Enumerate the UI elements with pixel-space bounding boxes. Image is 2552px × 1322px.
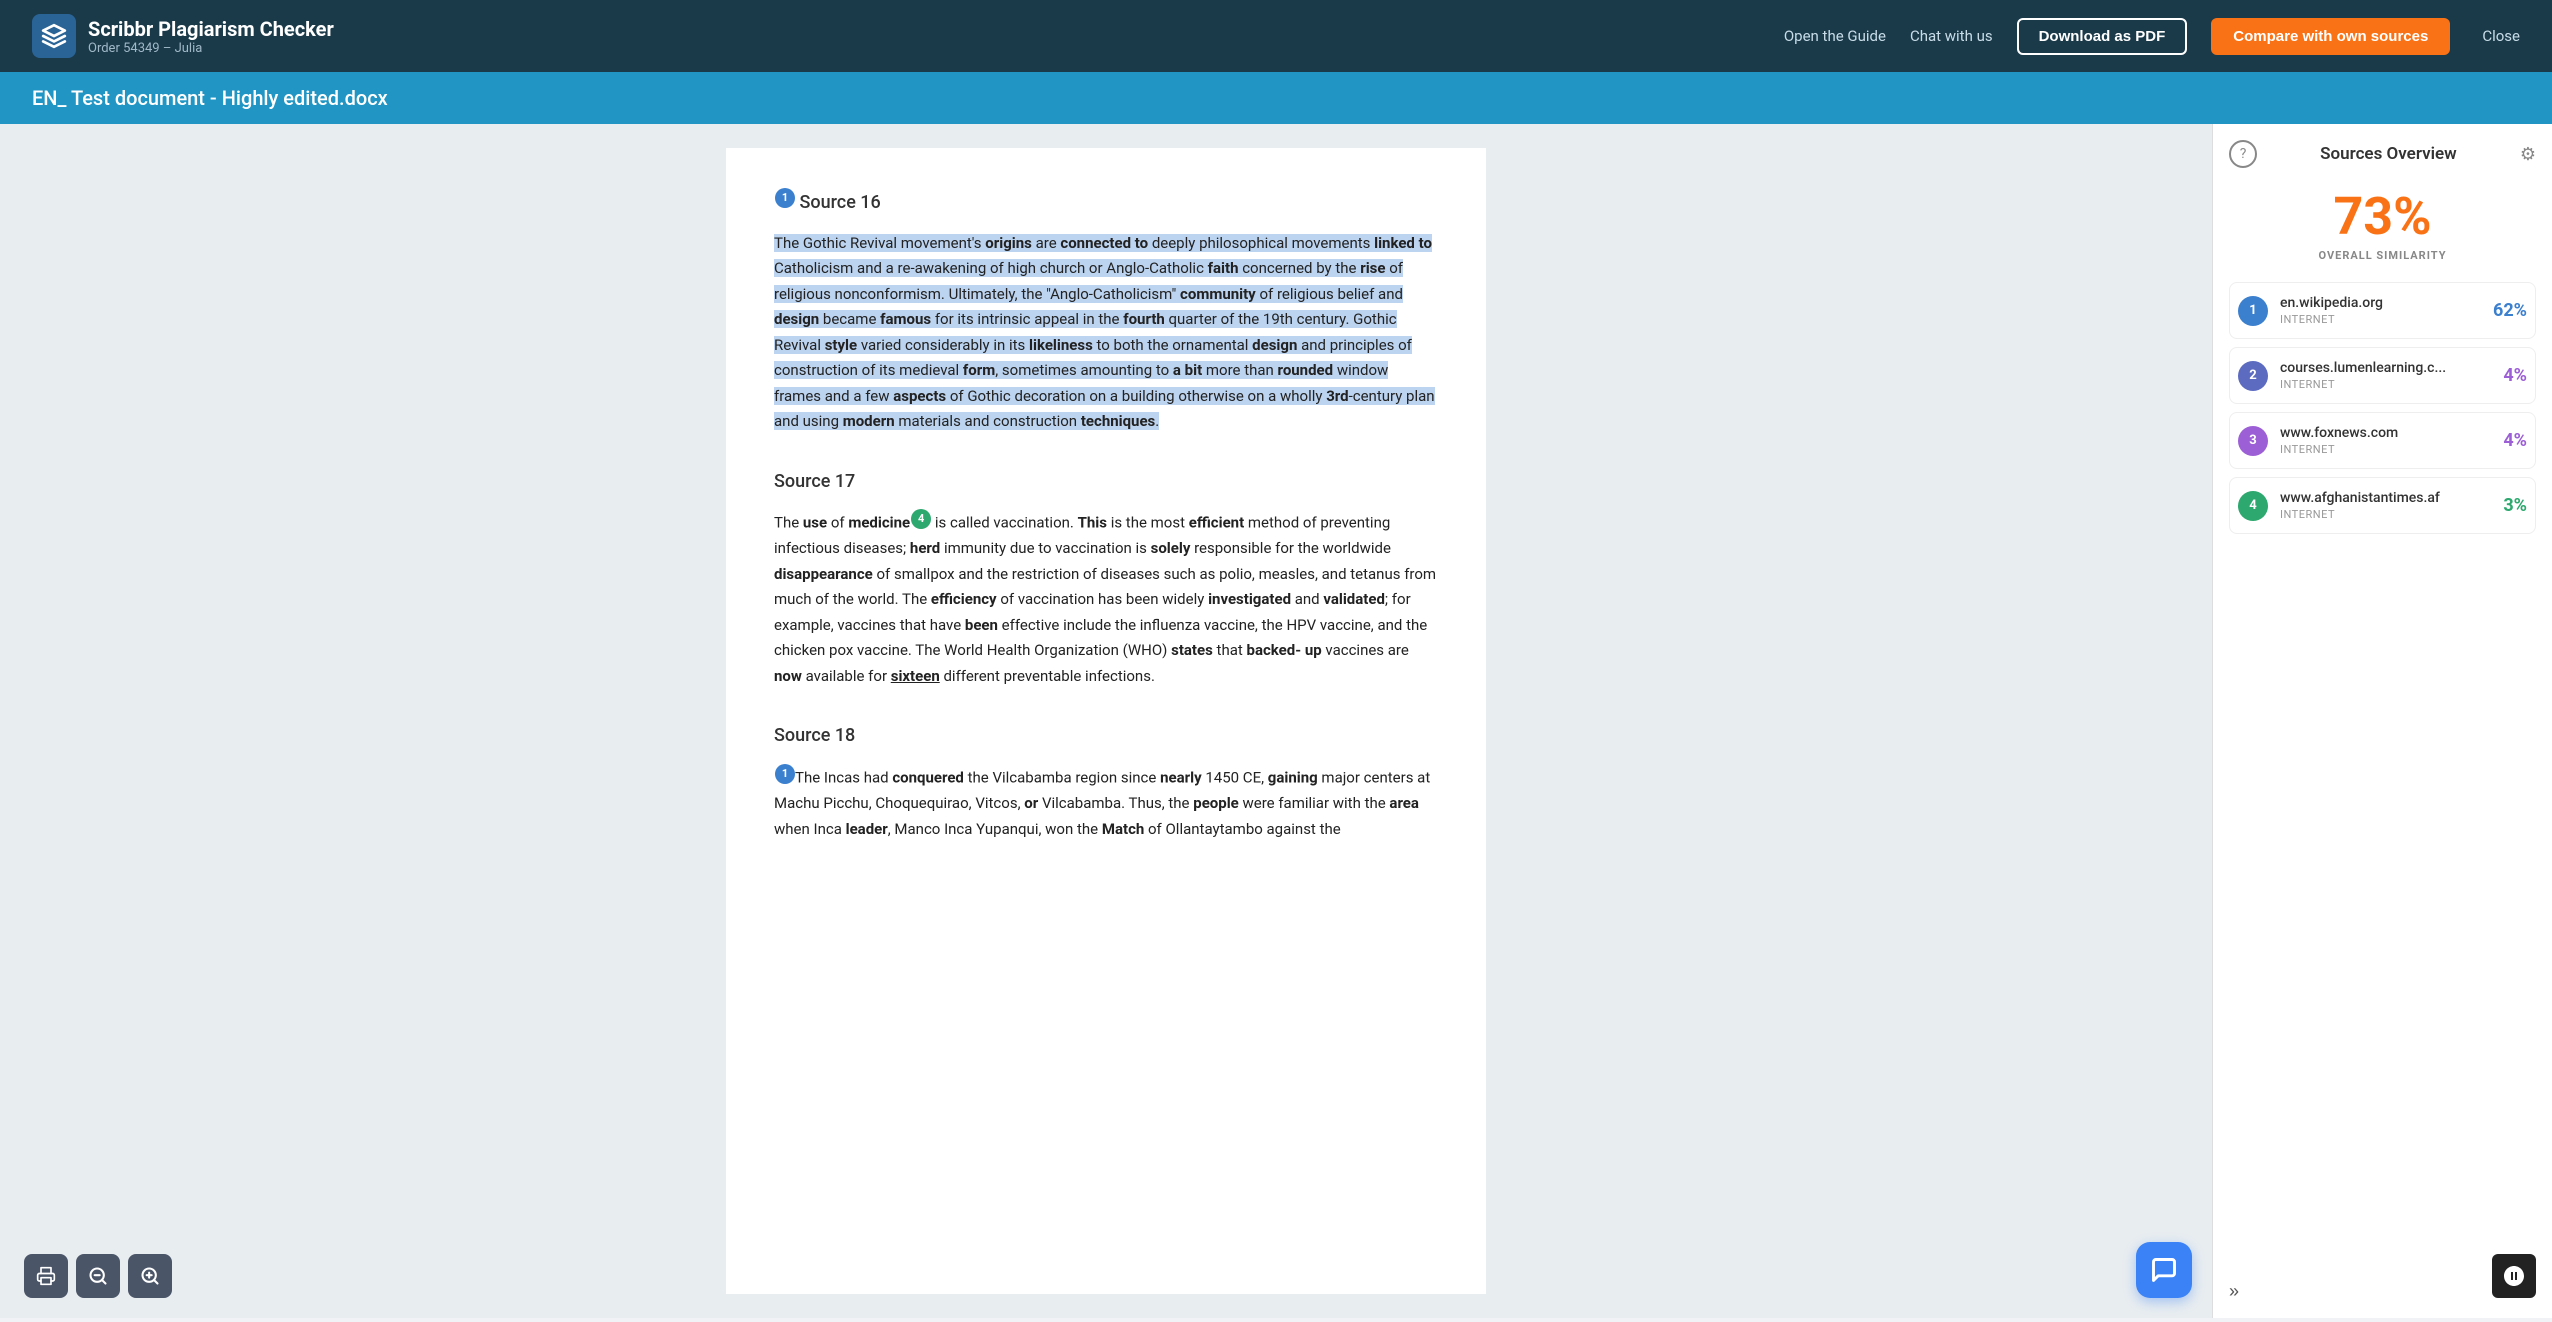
- source-url-4: www.afghanistantimes.af: [2280, 490, 2503, 506]
- source-type-3: INTERNET: [2280, 443, 2503, 456]
- sidebar-header: ? Sources Overview ⚙: [2229, 140, 2536, 168]
- document-area: 1 Source 16 The Gothic Revival movement'…: [0, 124, 2212, 1318]
- source-pct-1: 62%: [2493, 300, 2527, 321]
- source-num-1: 1: [2238, 296, 2268, 326]
- sidebar-footer: »: [2229, 1269, 2536, 1302]
- source-num-4: 4: [2238, 491, 2268, 521]
- overall-similarity-section: 73% OVERALL SIMILARITY: [2229, 188, 2536, 262]
- bottom-toolbar: [24, 1254, 172, 1298]
- source-url-1: en.wikipedia.org: [2280, 295, 2493, 311]
- badge-1-s18: 1: [775, 764, 795, 784]
- main-layout: 1 Source 16 The Gothic Revival movement'…: [0, 124, 2552, 1318]
- top-nav: Scribbr Plagiarism Checker Order 54349 –…: [0, 0, 2552, 72]
- source-type-2: INTERNET: [2280, 378, 2503, 391]
- file-bar: EN_ Test document - Highly edited.docx: [0, 72, 2552, 124]
- order-subtitle: Order 54349 – Julia: [88, 41, 334, 56]
- source-block-17: Source 17 The use of medicine4 is called…: [774, 467, 1438, 690]
- source-row-3[interactable]: 3 www.foxnews.com INTERNET 4%: [2229, 412, 2536, 469]
- badge-4-s17: 4: [911, 509, 931, 529]
- source-18-heading: Source 18: [774, 721, 1438, 752]
- source-pct-4: 3%: [2503, 495, 2527, 516]
- chat-link[interactable]: Chat with us: [1910, 27, 1993, 45]
- help-icon[interactable]: ?: [2229, 140, 2257, 168]
- source-block-18: Source 18 1The Incas had conquered the V…: [774, 721, 1438, 842]
- source-row-2[interactable]: 2 courses.lumenlearning.c... INTERNET 4%: [2229, 347, 2536, 404]
- logo-area: Scribbr Plagiarism Checker Order 54349 –…: [32, 14, 334, 58]
- overall-similarity-pct: 73%: [2229, 188, 2536, 245]
- settings-icon[interactable]: ⚙: [2520, 144, 2536, 165]
- filename-label: EN_ Test document - Highly edited.docx: [32, 86, 388, 110]
- source-num-3: 3: [2238, 426, 2268, 456]
- navigate-arrows-button[interactable]: »: [2229, 1281, 2239, 1302]
- download-pdf-button[interactable]: Download as PDF: [2017, 18, 2188, 55]
- source-list: 1 en.wikipedia.org INTERNET 62% 2 course…: [2229, 282, 2536, 542]
- overall-similarity-label: OVERALL SIMILARITY: [2229, 249, 2536, 262]
- source-16-text: The Gothic Revival movement's origins ar…: [774, 231, 1438, 435]
- close-button[interactable]: Close: [2482, 27, 2520, 45]
- chat-fab-button[interactable]: [2136, 1242, 2192, 1298]
- source-url-2: courses.lumenlearning.c...: [2280, 360, 2503, 376]
- zoom-out-button[interactable]: [76, 1254, 120, 1298]
- print-button[interactable]: [24, 1254, 68, 1298]
- source-block-16: 1 Source 16 The Gothic Revival movement'…: [774, 188, 1438, 435]
- source-url-3: www.foxnews.com: [2280, 425, 2503, 441]
- source-num-2: 2: [2238, 361, 2268, 391]
- source-row-4[interactable]: 4 www.afghanistantimes.af INTERNET 3%: [2229, 477, 2536, 534]
- source-type-1: INTERNET: [2280, 313, 2493, 326]
- source-type-4: INTERNET: [2280, 508, 2503, 521]
- symfony-icon[interactable]: [2492, 1254, 2536, 1298]
- source-row-1[interactable]: 1 en.wikipedia.org INTERNET 62%: [2229, 282, 2536, 339]
- zoom-in-button[interactable]: [128, 1254, 172, 1298]
- sidebar-title: Sources Overview: [2265, 144, 2512, 164]
- document-paper: 1 Source 16 The Gothic Revival movement'…: [726, 148, 1486, 1294]
- sources-sidebar: ? Sources Overview ⚙ 73% OVERALL SIMILAR…: [2212, 124, 2552, 1318]
- logo-icon: [32, 14, 76, 58]
- guide-link[interactable]: Open the Guide: [1784, 27, 1886, 45]
- compare-sources-button[interactable]: Compare with own sources: [2211, 18, 2450, 55]
- app-title: Scribbr Plagiarism Checker: [88, 17, 334, 41]
- source-pct-2: 4%: [2503, 365, 2527, 386]
- source-17-text: The use of medicine4 is called vaccinati…: [774, 509, 1438, 689]
- source-16-heading: 1 Source 16: [774, 188, 1438, 219]
- source-pct-3: 4%: [2503, 430, 2527, 451]
- badge-1-s16: 1: [775, 188, 795, 208]
- source-17-heading: Source 17: [774, 467, 1438, 498]
- source-18-text: 1The Incas had conquered the Vilcabamba …: [774, 764, 1438, 842]
